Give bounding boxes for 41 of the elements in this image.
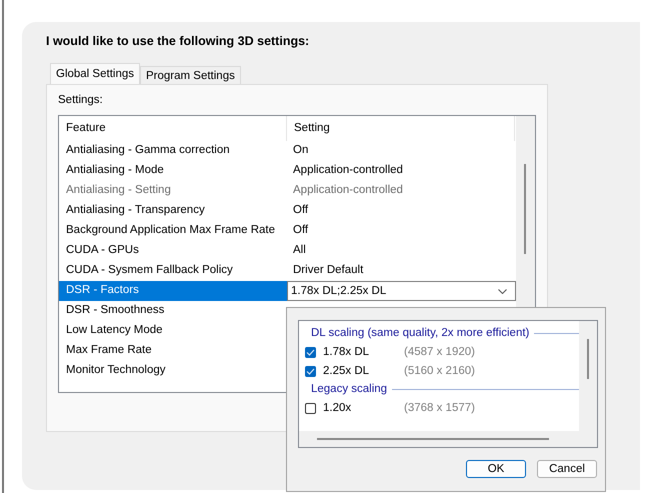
column-header[interactable]: Setting [287, 116, 515, 141]
checkbox[interactable] [305, 366, 316, 376]
setting-cell-text: On [292, 143, 310, 158]
tab[interactable]: Global Settings [50, 63, 140, 84]
setting-cell-text: Off [292, 203, 310, 218]
feature-cell[interactable]: DSR - Factors [59, 281, 287, 301]
option-label[interactable]: 2.25x DL [323, 365, 404, 377]
setting-cell-text: Application-controlled [292, 163, 404, 178]
resolution-text: (3768 x 1577) [404, 402, 475, 414]
feature-cell[interactable]: Background Application Max Frame Rate [59, 221, 287, 241]
feature-cell[interactable]: Max Frame Rate [59, 341, 287, 361]
scrollbar[interactable] [587, 339, 589, 379]
checkbox[interactable] [305, 346, 316, 358]
resolution-text: (5160 x 2160) [404, 365, 475, 377]
option-label[interactable]: 1.20x [323, 402, 404, 414]
feature-cell[interactable]: Antialiasing - Gamma correction [59, 141, 287, 161]
group-title: Legacy scaling [311, 383, 388, 395]
setting-cell-text: Driver Default [292, 263, 364, 278]
settings-label: Settings: [58, 94, 104, 108]
setting-dropdown[interactable]: 1.78x DL;2.25x DL [287, 281, 516, 301]
tab[interactable]: Program Settings [140, 66, 241, 84]
scrollbar[interactable] [317, 438, 549, 440]
feature-cell[interactable]: DSR - Smoothness [59, 301, 287, 321]
setting-cell-text: Application-controlled [292, 183, 404, 198]
group-title: DL scaling (same quality, 2x more efficient) [311, 327, 530, 339]
feature-cell[interactable]: Monitor Technology [59, 361, 287, 381]
feature-cell[interactable]: CUDA - Sysmem Fallback Policy [59, 261, 287, 281]
feature-cell[interactable]: Antialiasing - Transparency [59, 201, 287, 221]
cancel-button[interactable]: Cancel [537, 460, 597, 478]
chevron-down-icon [498, 288, 507, 294]
option-label[interactable]: 1.78x DL [323, 346, 404, 358]
feature-cell[interactable]: Antialiasing - Mode [59, 161, 287, 181]
feature-cell[interactable]: CUDA - GPUs [59, 241, 287, 261]
column-header[interactable]: Feature [59, 116, 287, 141]
section-heading: I would like to use the following 3D settings: [46, 34, 310, 50]
resolution-text: (4587 x 1920) [404, 346, 475, 358]
feature-cell[interactable]: Low Latency Mode [59, 321, 287, 341]
ok-button[interactable]: OK [466, 460, 526, 478]
setting-cell-text: Off [292, 223, 310, 238]
checkbox[interactable] [305, 402, 316, 414]
setting-cell-text: All [292, 243, 307, 258]
